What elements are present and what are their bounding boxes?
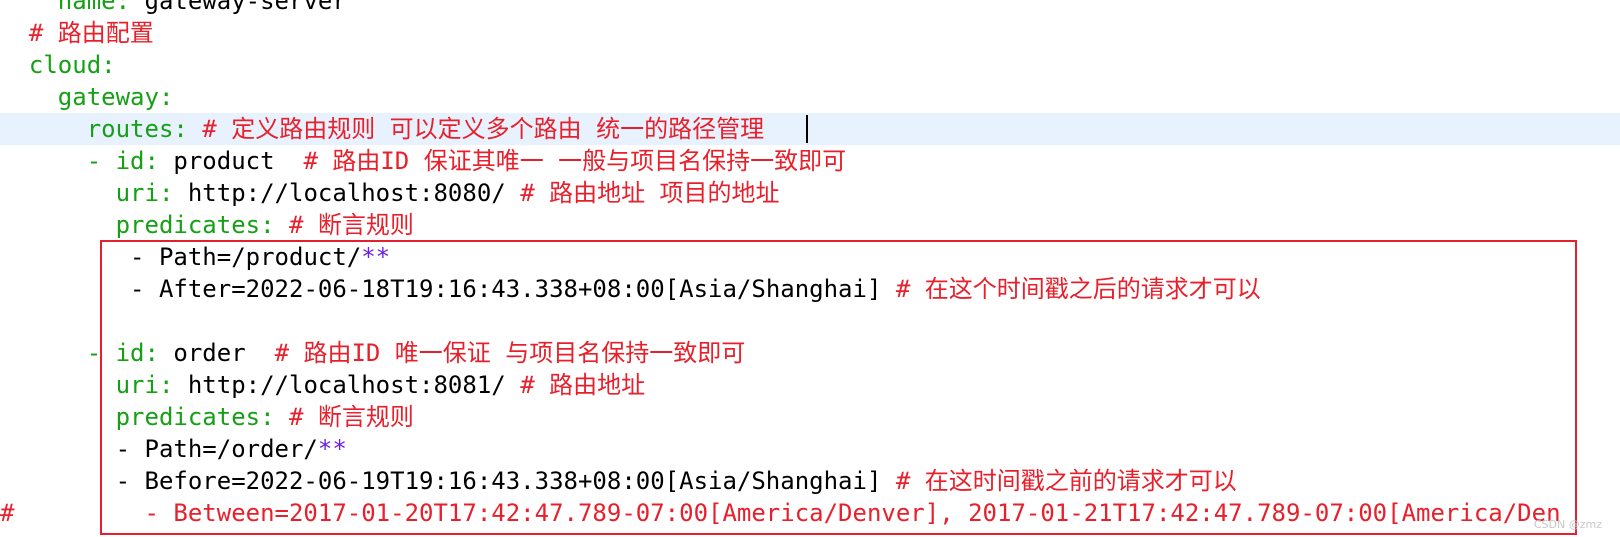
yaml-value: - After=2022-06-18T19:16:43.338+08:00[As… bbox=[130, 275, 896, 303]
yaml-value: product bbox=[173, 147, 304, 175]
code-line[interactable]: - Before=2022-06-19T19:16:43.338+08:00[A… bbox=[0, 465, 1620, 497]
code-editor[interactable]: name: gateway-server # 路由配置 cloud: gatew… bbox=[0, 0, 1620, 537]
code-line[interactable]: - id: order # 路由ID 唯一保证 与项目名保持一致即可 bbox=[0, 337, 1620, 369]
yaml-value: - Before=2022-06-19T19:16:43.338+08:00[A… bbox=[115, 467, 896, 495]
yaml-key: name: bbox=[57, 0, 145, 15]
yaml-value: - Path=/order/ bbox=[115, 435, 318, 463]
code-line[interactable]: - Path=/product/** bbox=[0, 241, 1620, 273]
yaml-comment: # 路由地址 项目的地址 bbox=[520, 179, 780, 207]
code-line[interactable]: uri: http://localhost:8081/ # 路由地址 bbox=[0, 369, 1620, 401]
code-line[interactable]: cloud: bbox=[0, 49, 1620, 81]
code-line[interactable]: - Path=/order/** bbox=[0, 433, 1620, 465]
yaml-key: predicates: bbox=[115, 211, 289, 239]
yaml-key: - id: bbox=[86, 339, 174, 367]
text-caret bbox=[806, 115, 808, 143]
yaml-key: - id: bbox=[86, 147, 174, 175]
code-line[interactable]: - id: product # 路由ID 保证其唯一 一般与项目名保持一致即可 bbox=[0, 145, 1620, 177]
yaml-value: http://localhost:8081/ bbox=[187, 371, 521, 399]
yaml-value: gateway-server bbox=[144, 0, 347, 15]
yaml-value: order bbox=[173, 339, 275, 367]
watermark: CSDN @zmz bbox=[1533, 518, 1602, 531]
code-line[interactable]: gateway: bbox=[0, 81, 1620, 113]
yaml-value: http://localhost:8080/ bbox=[187, 179, 521, 207]
code-line[interactable]: # 路由配置 bbox=[0, 17, 1620, 49]
code-line[interactable]: predicates: # 断言规则 bbox=[0, 209, 1620, 241]
yaml-key: predicates: bbox=[115, 403, 289, 431]
yaml-comment: # 路由ID 唯一保证 与项目名保持一致即可 bbox=[274, 339, 746, 367]
yaml-operator: ** bbox=[317, 435, 347, 463]
yaml-comment: # 在这时间戳之前的请求才可以 bbox=[895, 467, 1237, 495]
yaml-key: gateway: bbox=[57, 83, 174, 111]
code-line[interactable]: uri: http://localhost:8080/ # 路由地址 项目的地址 bbox=[0, 177, 1620, 209]
yaml-value: - Path=/product/ bbox=[130, 243, 362, 271]
yaml-comment: # 断言规则 bbox=[288, 403, 414, 431]
code-line[interactable]: predicates: # 断言规则 bbox=[0, 401, 1620, 433]
code-line[interactable]: name: gateway-server bbox=[0, 0, 1620, 17]
yaml-comment: # 路由配置 bbox=[28, 19, 154, 47]
code-line[interactable] bbox=[0, 305, 1620, 337]
yaml-comment: # 在这个时间戳之后的请求才可以 bbox=[895, 275, 1261, 303]
code-line[interactable]: # - Between=2017-01-20T17:42:47.789-07:0… bbox=[0, 497, 1620, 529]
yaml-comment: # 断言规则 bbox=[288, 211, 414, 239]
yaml-key: cloud: bbox=[28, 51, 116, 79]
yaml-comment: # 定义路由规则 可以定义多个路由 统一的路径管理 bbox=[202, 115, 765, 143]
code-line[interactable]: routes: # 定义路由规则 可以定义多个路由 统一的路径管理 bbox=[0, 113, 1620, 145]
yaml-key: uri: bbox=[115, 179, 188, 207]
code-line[interactable]: - After=2022-06-18T19:16:43.338+08:00[As… bbox=[0, 273, 1620, 305]
yaml-key: uri: bbox=[115, 371, 188, 399]
yaml-comment: # 路由地址 bbox=[520, 371, 646, 399]
yaml-comment: # - Between=2017-01-20T17:42:47.789-07:0… bbox=[0, 499, 1561, 527]
yaml-comment: # 路由ID 保证其唯一 一般与项目名保持一致即可 bbox=[303, 147, 847, 175]
yaml-key: routes: bbox=[86, 115, 203, 143]
yaml-operator: ** bbox=[361, 243, 391, 271]
